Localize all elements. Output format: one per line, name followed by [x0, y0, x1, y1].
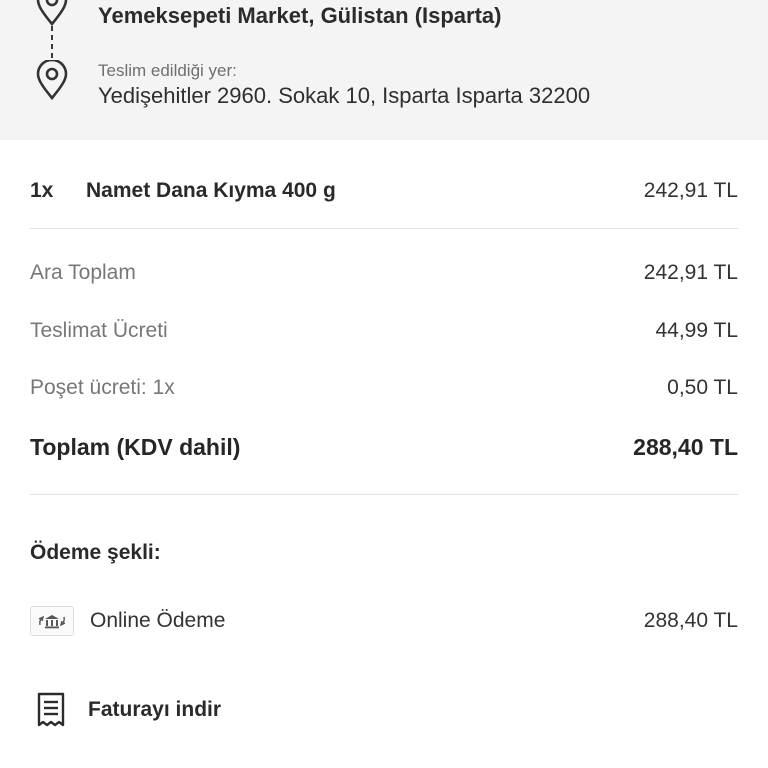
store-location-pin-icon — [36, 0, 68, 26]
items-divider — [30, 228, 738, 229]
bag-fee-row: Poşet ücreti: 1x 0,50 TL — [30, 373, 738, 403]
total-label: Toplam (KDV dahil) — [30, 433, 241, 460]
delivery-fee-row: Teslimat Ücreti 44,99 TL — [30, 316, 738, 346]
subtotal-value: 242,91 TL — [643, 261, 738, 284]
bank-icon — [30, 606, 74, 636]
store-name: Yemeksepeti Market, Gülistan (Isparta) — [98, 3, 502, 28]
subtotal-row: Ara Toplam 242,91 TL — [30, 258, 738, 288]
delivery-address: Yedişehitler 2960. Sokak 10, Isparta Isp… — [98, 83, 591, 108]
total-value: 288,40 TL — [633, 433, 738, 460]
payment-method-amount: 288,40 TL — [643, 609, 738, 632]
delivery-address-label: Teslim edildiği yer: — [98, 61, 237, 80]
download-invoice-button[interactable]: Faturayı indir — [36, 692, 221, 728]
receipt-icon — [37, 692, 65, 727]
item-quantity: 1x — [30, 179, 54, 202]
route-dashed-line — [51, 26, 53, 60]
delivery-route-panel: Yemeksepeti Market, Gülistan (Isparta) T… — [0, 0, 768, 140]
delivery-fee-label: Teslimat Ücreti — [30, 319, 168, 342]
order-item-row: 1x Namet Dana Kıyma 400 g 242,91 TL — [30, 176, 738, 206]
payment-method-title: Ödeme şekli: — [30, 541, 161, 564]
bag-fee-label: Poşet ücreti: 1x — [30, 376, 175, 399]
payment-method-label: Online Ödeme — [90, 609, 226, 632]
subtotal-label: Ara Toplam — [30, 261, 136, 284]
item-name: Namet Dana Kıyma 400 g — [86, 179, 336, 202]
download-invoice-label: Faturayı indir — [88, 698, 222, 721]
payment-method-row: Online Ödeme 288,40 TL — [30, 606, 738, 636]
total-row: Toplam (KDV dahil) 288,40 TL — [30, 432, 738, 462]
delivery-location-pin-icon — [36, 60, 68, 100]
item-price: 242,91 TL — [643, 179, 738, 202]
delivery-fee-value: 44,99 TL — [655, 319, 738, 342]
summary-divider — [30, 494, 738, 495]
bag-fee-value: 0,50 TL — [667, 376, 738, 399]
